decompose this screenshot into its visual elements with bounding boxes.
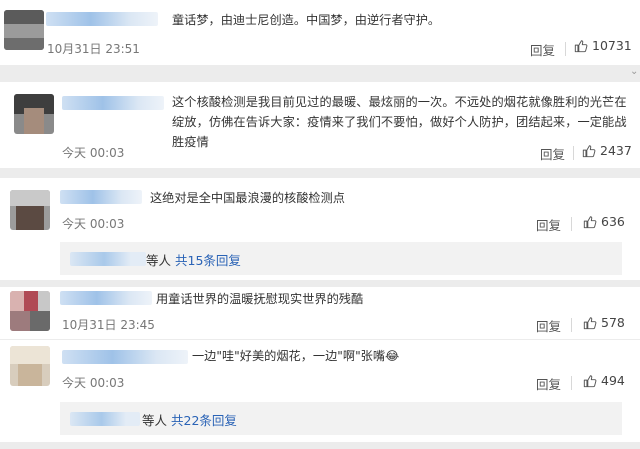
view-replies-link[interactable]: 共15条回复 — [175, 253, 241, 268]
sub-reply-users[interactable] — [70, 252, 146, 266]
thumbs-up-icon — [583, 374, 597, 387]
avatar[interactable] — [10, 346, 50, 386]
reply-button[interactable]: 回复 — [540, 144, 565, 163]
sub-replies: 等人 共15条回复 — [60, 242, 622, 275]
avatar[interactable] — [10, 291, 50, 331]
like-count: 10731 — [592, 38, 632, 53]
sub-replies-summary: 等人 共15条回复 — [146, 250, 241, 269]
thumbs-up-icon — [574, 39, 588, 52]
username[interactable] — [62, 96, 164, 110]
comment-time: 10月31日 23:51 — [47, 42, 140, 56]
sub-reply-users[interactable] — [70, 412, 140, 426]
reply-button[interactable]: 回复 — [536, 316, 561, 335]
username[interactable] — [46, 12, 158, 26]
username[interactable] — [60, 291, 152, 305]
avatar[interactable] — [14, 94, 54, 134]
sub-replies-suffix: 等人 — [142, 413, 168, 428]
avatar[interactable] — [10, 190, 50, 230]
like-count: 494 — [601, 373, 625, 388]
like-button[interactable]: 636 — [583, 214, 625, 229]
comment-time: 10月31日 23:45 — [62, 318, 155, 332]
scroll-arrow-icon: ⌄ — [630, 66, 639, 77]
comment-list-page: 童话梦，由迪士尼创造。中国梦，由逆行者守护。 10月31日 23:51 回复 1… — [0, 0, 640, 449]
like-count: 636 — [601, 214, 625, 229]
thumbs-up-icon — [582, 144, 596, 157]
username[interactable] — [60, 190, 142, 204]
thumbs-up-icon — [583, 316, 597, 329]
reply-button[interactable]: 回复 — [536, 374, 561, 393]
username[interactable] — [62, 350, 188, 364]
reply-button[interactable]: 回复 — [536, 215, 561, 234]
comment-card: 这绝对是全中国最浪漫的核酸检测点 今天 00:03 回复 636 等人 共15条… — [0, 178, 640, 280]
comment-text: 这绝对是全中国最浪漫的核酸检测点 — [150, 191, 345, 205]
reply-button[interactable]: 回复 — [530, 40, 555, 59]
comment-card: 这个核酸检测是我目前见过的最暖、最炫丽的一次。不远处的烟花就像胜利的光芒在绽放，… — [0, 82, 640, 168]
view-replies-link[interactable]: 共22条回复 — [171, 413, 237, 428]
comment-time: 今天 00:03 — [62, 146, 125, 160]
comment-text: 童话梦，由迪士尼创造。中国梦，由逆行者守护。 — [172, 13, 441, 27]
comment-text: 用童话世界的温暖抚慰现实世界的残酷 — [156, 292, 364, 306]
comment-text: 这个核酸检测是我目前见过的最暖、最炫丽的一次。不远处的烟花就像胜利的光芒在绽放，… — [172, 95, 627, 149]
comment-time: 今天 00:03 — [62, 217, 125, 231]
like-count: 578 — [601, 315, 625, 330]
like-button[interactable]: 494 — [583, 373, 625, 388]
divider — [571, 376, 572, 390]
avatar[interactable] — [4, 10, 44, 50]
comment-text: 一边"哇"好美的烟花，一边"啊"张嘴😂 — [192, 349, 400, 363]
divider — [573, 146, 574, 160]
thumbs-up-icon — [583, 215, 597, 228]
divider — [565, 42, 566, 56]
comment-card: 童话梦，由迪士尼创造。中国梦，由逆行者守护。 10月31日 23:51 回复 1… — [0, 0, 640, 65]
like-count: 2437 — [600, 143, 632, 158]
sub-replies-suffix: 等人 — [146, 253, 172, 268]
like-button[interactable]: 578 — [583, 315, 625, 330]
sub-replies-summary: 等人 共22条回复 — [142, 410, 237, 429]
comment-time: 今天 00:03 — [62, 376, 125, 390]
comment-card: 用童话世界的温暖抚慰现实世界的残酷 10月31日 23:45 回复 578 — [0, 287, 640, 339]
sub-replies: 等人 共22条回复 — [60, 402, 622, 435]
like-button[interactable]: 10731 — [574, 38, 632, 53]
like-button[interactable]: 2437 — [582, 143, 632, 158]
divider — [571, 217, 572, 231]
comment-card: 一边"哇"好美的烟花，一边"啊"张嘴😂 今天 00:03 回复 494 等人 共… — [0, 340, 640, 442]
divider — [571, 318, 572, 332]
